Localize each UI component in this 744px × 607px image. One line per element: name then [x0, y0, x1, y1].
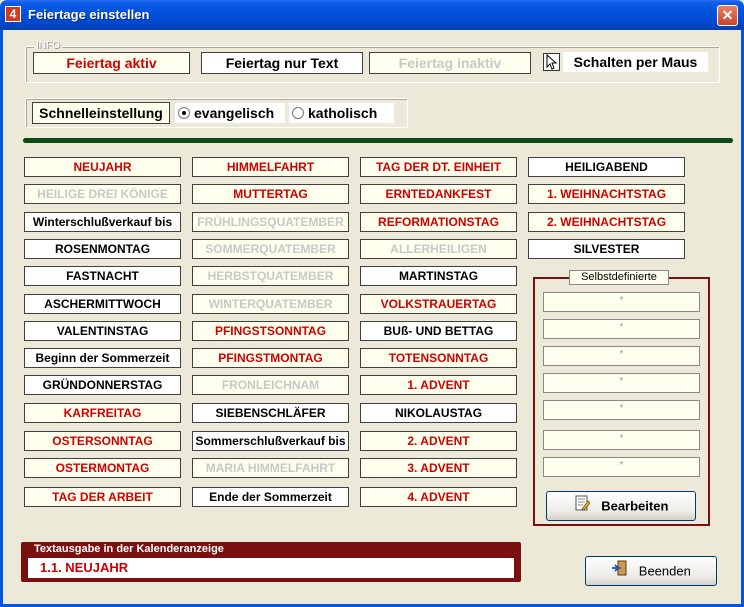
holiday-item[interactable]: WINTERQUATEMBER	[192, 294, 349, 314]
holiday-item[interactable]: MUTTERTAG	[192, 184, 349, 204]
exit-button[interactable]: Beenden	[585, 556, 717, 586]
radio-evangelisch[interactable]: evangelisch	[175, 103, 285, 123]
holiday-item[interactable]: HIMMELFAHRT	[192, 157, 349, 177]
holiday-item[interactable]: GRÜNDONNERSTAG	[24, 375, 181, 395]
holiday-item[interactable]: VOLKSTRAUERTAG	[360, 294, 517, 314]
holiday-item[interactable]: TOTENSONNTAG	[360, 348, 517, 368]
radio-label: evangelisch	[194, 105, 275, 121]
app-icon: 4	[5, 6, 21, 22]
holiday-item[interactable]: ROSENMONTAG	[24, 239, 181, 259]
holiday-item[interactable]: NEUJAHR	[24, 157, 181, 177]
holiday-item[interactable]: TAG DER DT. EINHEIT	[360, 157, 517, 177]
radio-label: katholisch	[308, 105, 378, 121]
holiday-item[interactable]: MARIA HIMMELFAHRT	[192, 458, 349, 478]
holiday-item[interactable]: FASTNACHT	[24, 266, 181, 286]
info-legend: INFO	[34, 40, 62, 51]
holiday-item[interactable]: Winterschlußverkauf bis	[24, 212, 181, 232]
holiday-item[interactable]: 1. WEIHNACHTSTAG	[528, 184, 685, 204]
text-output-legend: Textausgabe in der Kalenderanzeige	[34, 543, 224, 555]
text-output-field: 1.1. NEUJAHR	[28, 558, 514, 578]
edit-button[interactable]: Bearbeiten	[546, 491, 696, 521]
divider-line	[23, 138, 733, 143]
custom-holiday-slot[interactable]: *	[543, 373, 700, 393]
radio-dot	[292, 107, 304, 119]
edit-button-label: Bearbeiten	[601, 498, 669, 514]
window-title: Feiertage einstellen	[28, 7, 150, 22]
holiday-item[interactable]: MARTINSTAG	[360, 266, 517, 286]
holiday-item[interactable]: SOMMERQUATEMBER	[192, 239, 349, 259]
holiday-item[interactable]: SILVESTER	[528, 239, 685, 259]
holiday-item[interactable]: NIKOLAUSTAG	[360, 403, 517, 423]
custom-holiday-slot[interactable]: *	[543, 457, 700, 477]
holiday-item[interactable]: HERBSTQUATEMBER	[192, 266, 349, 286]
cursor-icon	[543, 53, 560, 71]
holiday-item[interactable]: PFINGSTMONTAG	[192, 348, 349, 368]
holiday-item[interactable]: HEILIGABEND	[528, 157, 685, 177]
holiday-item[interactable]: HEILIGE DREI KÖNIGE	[24, 184, 181, 204]
custom-holiday-slot[interactable]: *	[543, 400, 700, 420]
custom-holiday-slot[interactable]: *	[543, 430, 700, 450]
quick-setting-label: Schnelleinstellung	[32, 102, 170, 124]
holiday-item[interactable]: TAG DER ARBEIT	[24, 487, 181, 507]
holiday-item[interactable]: REFORMATIONSTAG	[360, 212, 517, 232]
holiday-item[interactable]: OSTERMONTAG	[24, 458, 181, 478]
exit-door-icon	[611, 558, 627, 586]
holiday-item[interactable]: KARFREITAG	[24, 403, 181, 423]
custom-holiday-slot[interactable]: *	[543, 319, 700, 339]
holiday-item[interactable]: 2. ADVENT	[360, 431, 517, 451]
holiday-item[interactable]: 4. ADVENT	[360, 487, 517, 507]
holiday-item[interactable]: Sommerschlußverkauf bis	[192, 431, 349, 451]
edit-note-icon	[574, 493, 591, 521]
radio-katholisch[interactable]: katholisch	[289, 103, 394, 123]
holiday-item[interactable]: Beginn der Sommerzeit	[24, 348, 181, 368]
holiday-item[interactable]: FRÜHLINGSQUATEMBER	[192, 212, 349, 232]
custom-holidays-label: Selbstdefinierte	[569, 270, 669, 285]
info-inactive: Feiertag inaktiv	[369, 52, 531, 74]
holiday-item[interactable]: 1. ADVENT	[360, 375, 517, 395]
radio-dot	[178, 107, 190, 119]
holiday-item[interactable]: FRONLEICHNAM	[192, 375, 349, 395]
custom-holiday-slot[interactable]: *	[543, 346, 700, 366]
holiday-item[interactable]: BUß- UND BETTAG	[360, 321, 517, 341]
title-bar: 4 Feiertage einstellen ✕	[0, 0, 744, 30]
holiday-item[interactable]: OSTERSONNTAG	[24, 431, 181, 451]
holiday-item[interactable]: ASCHERMITTWOCH	[24, 294, 181, 314]
holiday-item[interactable]: ERNTEDANKFEST	[360, 184, 517, 204]
exit-button-label: Beenden	[638, 563, 691, 579]
holiday-item[interactable]: PFINGSTSONNTAG	[192, 321, 349, 341]
holiday-item[interactable]: Ende der Sommerzeit	[192, 487, 349, 507]
holiday-item[interactable]: 3. ADVENT	[360, 458, 517, 478]
info-mouse-toggle: Schalten per Maus	[563, 52, 708, 72]
holiday-item[interactable]: 2. WEIHNACHTSTAG	[528, 212, 685, 232]
custom-holiday-slot[interactable]: *	[543, 292, 700, 312]
info-text-only: Feiertag nur Text	[201, 52, 363, 74]
holiday-item[interactable]: VALENTINSTAG	[24, 321, 181, 341]
holiday-item[interactable]: ALLERHEILIGEN	[360, 239, 517, 259]
info-active: Feiertag aktiv	[33, 52, 190, 74]
close-button[interactable]: ✕	[717, 5, 738, 26]
holiday-item[interactable]: SIEBENSCHLÄFER	[192, 403, 349, 423]
